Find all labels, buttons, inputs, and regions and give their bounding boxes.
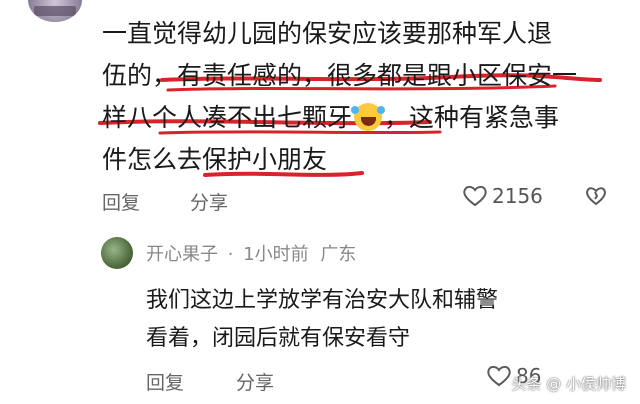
reply-text-line-2: 看着，闭园后就有保安看守	[146, 326, 411, 351]
comment-text-line-3: 样八个人凑不出七颗牙 ，这种有紧急事	[102, 98, 559, 134]
heart-icon	[487, 365, 511, 387]
laughing-emoji-icon	[351, 102, 386, 132]
reply-location: 广东	[320, 244, 357, 265]
watermark: 头条 @ 小侯帅博	[511, 375, 626, 393]
reply-username[interactable]: 开心果子	[146, 244, 218, 265]
comment-text-line-1: 一直觉得幼儿园的保安应该要那种军人退	[102, 19, 553, 48]
reply-avatar[interactable]	[101, 237, 133, 269]
reply-time: 1小时前	[243, 244, 309, 265]
comment-text-line-3b: ，这种有紧急事	[384, 103, 560, 132]
share-button[interactable]: 分享	[190, 188, 228, 215]
like-button[interactable]: 2156	[462, 184, 543, 208]
comment-text-line-2: 伍的，有责任感的，很多都是跟小区保安一	[102, 61, 578, 90]
reply-button[interactable]: 回复	[102, 188, 140, 215]
comment-text-line-3a: 样八个人凑不出七颗牙	[102, 103, 353, 132]
comment-text-line-4: 件怎么去保护小朋友	[102, 145, 328, 174]
heart-icon	[463, 185, 487, 207]
reply-share-button[interactable]: 分享	[236, 368, 274, 395]
meta-dot: ·	[227, 244, 234, 265]
reply-meta: 开心果子 · 1小时前 广东	[146, 240, 356, 266]
like-count: 2156	[492, 184, 543, 208]
dislike-icon[interactable]	[584, 184, 608, 208]
reply-reply-button[interactable]: 回复	[146, 368, 184, 395]
reply-text-line-1: 我们这边上学放学有治安大队和辅警	[146, 288, 499, 313]
